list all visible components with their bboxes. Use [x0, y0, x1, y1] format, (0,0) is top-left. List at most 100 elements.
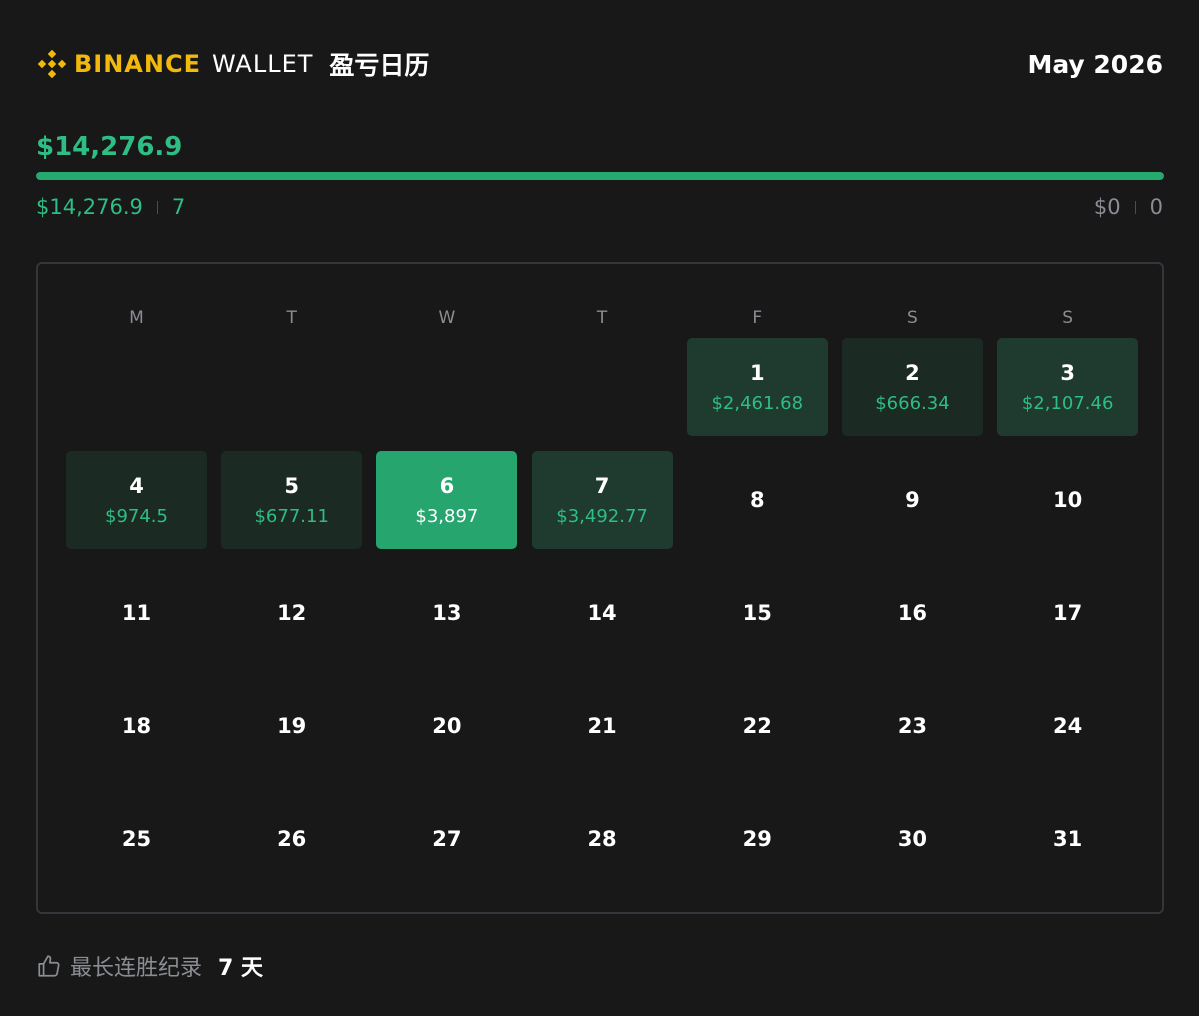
- day-cell-29[interactable]: 29: [687, 790, 828, 888]
- day-cell-22[interactable]: 22: [687, 677, 828, 775]
- day-cell-21[interactable]: 21: [532, 677, 673, 775]
- day-number: 23: [897, 714, 928, 738]
- day-number: 25: [121, 827, 152, 851]
- profit-days: 7: [171, 195, 186, 219]
- weekday-label: T: [596, 308, 608, 328]
- binance-logo-icon: [37, 49, 67, 79]
- thumbs-up-icon: [38, 955, 60, 977]
- empty-cell: [376, 338, 517, 436]
- brand-sub: WALLET: [211, 50, 314, 78]
- profit-amount: $14,276.9: [36, 195, 143, 219]
- day-cell-12[interactable]: 12: [221, 564, 362, 662]
- loss-amount: $0: [1093, 195, 1121, 219]
- day-cell-20[interactable]: 20: [376, 677, 517, 775]
- day-number: 18: [121, 714, 152, 738]
- day-cell-27[interactable]: 27: [376, 790, 517, 888]
- day-cell-5[interactable]: 5 $677.11: [221, 451, 363, 549]
- day-cell-2[interactable]: 2 $666.34: [841, 338, 983, 436]
- weekday-label: W: [438, 308, 456, 328]
- brand: BINANCE WALLET 盈亏日历: [36, 46, 429, 82]
- day-cell-9[interactable]: 9: [842, 451, 983, 549]
- day-number: 27: [432, 827, 462, 851]
- day-cell-11[interactable]: 11: [66, 564, 207, 662]
- day-number: 10: [1053, 488, 1083, 512]
- day-number: 15: [742, 601, 772, 625]
- day-grid: 1 $2,461.68 2 $666.34 3 $2,107.46 4 $974.5 5 $677…: [66, 338, 1139, 888]
- stat-divider: [1134, 200, 1136, 214]
- day-cell-23[interactable]: 23: [842, 677, 983, 775]
- day-number: 5: [284, 473, 299, 498]
- day-cell-3[interactable]: 3 $2,107.46: [997, 338, 1139, 436]
- day-number: 2: [905, 360, 920, 385]
- day-cell-19[interactable]: 19: [221, 677, 362, 775]
- day-cell-15[interactable]: 15: [687, 564, 828, 662]
- day-number: 16: [897, 601, 928, 625]
- day-cell-1[interactable]: 1 $2,461.68: [686, 338, 828, 436]
- brand-name: BINANCE: [74, 50, 201, 78]
- day-cell-18[interactable]: 18: [66, 677, 207, 775]
- day-cell-6[interactable]: 6 $3,897: [376, 451, 518, 549]
- day-cell-4[interactable]: 4 $974.5: [66, 451, 207, 549]
- day-cell-13[interactable]: 13: [376, 564, 517, 662]
- page-title: 盈亏日历: [329, 51, 430, 80]
- day-number: 19: [277, 714, 307, 738]
- day-number: 6: [439, 473, 455, 498]
- day-cell-7[interactable]: 7 $3,492.77: [531, 451, 673, 549]
- day-cell-8[interactable]: 8: [687, 451, 828, 549]
- day-number: 4: [129, 473, 144, 498]
- profit-stats: $14,276.9 7: [36, 195, 185, 219]
- win-bar-fill: [36, 172, 1164, 180]
- day-number: 20: [432, 714, 462, 738]
- day-cell-30[interactable]: 30: [842, 790, 983, 888]
- loss-days: 0: [1149, 195, 1163, 219]
- day-number: 29: [742, 827, 772, 851]
- win-streak-label: 最长连胜纪录: [70, 956, 203, 981]
- day-number: 22: [742, 714, 772, 738]
- day-number: 28: [587, 827, 617, 851]
- day-cell-16[interactable]: 16: [842, 564, 983, 662]
- day-pnl: $3,897: [415, 505, 479, 527]
- day-number: 30: [897, 827, 928, 851]
- day-pnl: $666.34: [875, 392, 950, 414]
- win-loss-bar: [36, 172, 1164, 180]
- day-number: 8: [749, 488, 765, 512]
- header: BINANCE WALLET 盈亏日历 May 2026: [36, 44, 1163, 84]
- day-cell-26[interactable]: 26: [221, 790, 362, 888]
- month-label: May 2026: [1027, 49, 1163, 79]
- day-number: 11: [121, 601, 152, 625]
- empty-cell: [532, 338, 673, 436]
- day-number: 26: [277, 827, 307, 851]
- day-cell-17[interactable]: 17: [997, 564, 1138, 662]
- day-number: 21: [587, 714, 617, 738]
- weekday-label: S: [1062, 308, 1074, 328]
- empty-cell: [66, 338, 207, 436]
- total-pnl: $14,276.9: [36, 132, 183, 162]
- weekday-label: M: [129, 308, 144, 328]
- day-pnl: $974.5: [105, 505, 168, 527]
- day-number: 17: [1053, 601, 1083, 625]
- pnl-calendar: M T W T F S S 1 $2,461.68 2 $666.34 3 $2,107.46 4 $97…: [36, 262, 1164, 914]
- day-cell-14[interactable]: 14: [532, 564, 673, 662]
- day-cell-10[interactable]: 10: [997, 451, 1138, 549]
- weekday-label: S: [907, 308, 918, 328]
- weekday-label: T: [286, 308, 297, 328]
- day-cell-24[interactable]: 24: [997, 677, 1138, 775]
- weekday-header: MTWTFSS: [66, 308, 1138, 328]
- day-pnl: $2,107.46: [1021, 392, 1114, 414]
- day-pnl: $3,492.77: [556, 505, 648, 527]
- win-streak: 最长连胜纪录 7 天: [36, 950, 263, 982]
- day-number: 12: [277, 601, 307, 625]
- day-number: 24: [1053, 714, 1083, 738]
- day-number: 31: [1053, 827, 1083, 851]
- day-number: 1: [749, 360, 765, 385]
- day-cell-31[interactable]: 31: [997, 790, 1138, 888]
- day-cell-28[interactable]: 28: [532, 790, 673, 888]
- day-number: 3: [1060, 360, 1075, 385]
- win-streak-value: 7 天: [218, 956, 263, 981]
- loss-stats: $0 0: [1094, 195, 1163, 219]
- day-cell-25[interactable]: 25: [66, 790, 207, 888]
- empty-cell: [221, 338, 362, 436]
- stat-divider: [156, 200, 158, 214]
- day-number: 9: [905, 488, 920, 512]
- weekday-label: F: [752, 308, 763, 328]
